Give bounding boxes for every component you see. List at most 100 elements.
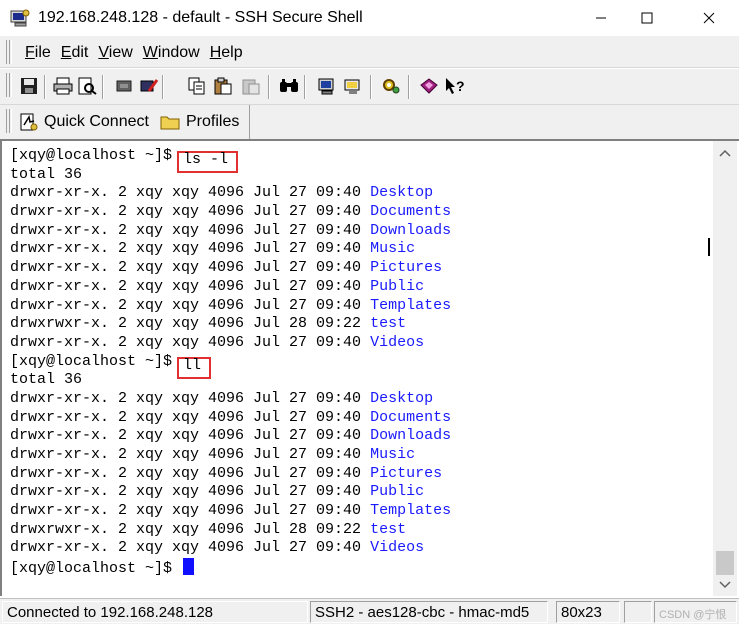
save-icon[interactable]	[18, 75, 40, 97]
terminal-line: drwxr-xr-x. 2 xqy xqy 4096 Jul 27 09:40 …	[10, 446, 710, 465]
file-metadata: drwxr-xr-x. 2 xqy xqy 4096 Jul 27 09:40	[10, 502, 371, 520]
status-bar: Connected to 192.168.248.128 SSH2 - aes1…	[0, 598, 739, 624]
directory-name: Desktop	[370, 389, 434, 407]
terminal-line: drwxr-xr-x. 2 xqy xqy 4096 Jul 27 09:40 …	[10, 427, 710, 446]
terminal-line: drwxr-xr-x. 2 xqy xqy 4096 Jul 27 09:40 …	[10, 222, 710, 241]
terminal-line: drwxr-xr-x. 2 xqy xqy 4096 Jul 27 09:40 …	[10, 390, 710, 409]
directory-name: Desktop	[370, 184, 434, 202]
minimize-button[interactable]	[578, 0, 624, 36]
menu-help[interactable]: Help	[207, 44, 250, 62]
file-metadata: drwxr-xr-x. 2 xqy xqy 4096 Jul 27 09:40	[10, 408, 371, 426]
terminal-line: [xqy@localhost ~]$	[10, 558, 710, 577]
directory-name: Documents	[370, 408, 452, 426]
quick-connect-button[interactable]: Quick Connect	[20, 109, 149, 135]
menu-bar: File Edit View Window Help	[0, 36, 739, 68]
svg-text:?: ?	[456, 78, 465, 94]
close-button[interactable]	[686, 0, 732, 36]
quick-connect-icon	[20, 113, 38, 131]
file-metadata: drwxrwxr-x. 2 xqy xqy 4096 Jul 28 09:22	[10, 520, 371, 538]
vertical-scrollbar[interactable]	[713, 141, 737, 596]
directory-name: Templates	[370, 296, 452, 314]
maximize-button[interactable]	[624, 0, 670, 36]
file-metadata: drwxr-xr-x. 2 xqy xqy 4096 Jul 27 09:40	[10, 184, 371, 202]
disconnect-icon[interactable]	[114, 75, 136, 97]
profiles-label: Profiles	[186, 113, 240, 130]
file-metadata: drwxr-xr-x. 2 xqy xqy 4096 Jul 27 09:40	[10, 464, 371, 482]
file-metadata: drwxr-xr-x. 2 xqy xqy 4096 Jul 27 09:40	[10, 240, 371, 258]
shell-prompt: [xqy@localhost ~]$	[10, 352, 182, 370]
directory-name: Downloads	[370, 427, 452, 445]
paste-disabled-icon	[240, 75, 262, 97]
directory-name: Pictures	[370, 464, 443, 482]
file-metadata: drwxr-xr-x. 2 xqy xqy 4096 Jul 27 09:40	[10, 221, 371, 239]
terminal-line: drwxr-xr-x. 2 xqy xqy 4096 Jul 27 09:40 …	[10, 259, 710, 278]
profiles-button[interactable]: Profiles	[160, 109, 239, 135]
directory-name: Documents	[370, 203, 452, 221]
settings-icon[interactable]	[316, 75, 338, 97]
scroll-down-icon[interactable]	[713, 575, 737, 595]
toolbar: ?	[0, 69, 739, 105]
window-title: 192.168.248.128 - default - SSH Secure S…	[38, 9, 363, 26]
connect-icon[interactable]	[138, 75, 160, 97]
terminal-line: [xqy@localhost ~]$ ls -l	[10, 147, 710, 173]
terminal-line: drwxr-xr-x. 2 xqy xqy 4096 Jul 27 09:40 …	[10, 502, 710, 521]
file-metadata: drwxr-xr-x. 2 xqy xqy 4096 Jul 27 09:40	[10, 277, 371, 295]
file-metadata: drwxrwxr-x. 2 xqy xqy 4096 Jul 28 09:22	[10, 315, 371, 333]
directory-name: Pictures	[370, 259, 443, 277]
folder-icon	[160, 116, 180, 130]
copy-icon[interactable]	[186, 75, 208, 97]
terminal-frame: [xqy@localhost ~]$ ls -l total 36 drwxr-xr…	[0, 139, 739, 596]
terminal-line: drwxr-xr-x. 2 xqy xqy 4096 Jul 27 09:40 …	[10, 297, 710, 316]
file-metadata: drwxr-xr-x. 2 xqy xqy 4096 Jul 27 09:40	[10, 389, 371, 407]
total-line: total 36	[10, 165, 83, 183]
shell-prompt: [xqy@localhost ~]$	[10, 147, 182, 164]
shell-prompt: [xqy@localhost ~]$	[10, 560, 182, 578]
toolbar-grip[interactable]	[6, 73, 12, 97]
terminal-line: drwxr-xr-x. 2 xqy xqy 4096 Jul 27 09:40 …	[10, 465, 710, 484]
scroll-up-icon[interactable]	[713, 143, 737, 163]
menu-window[interactable]: Window	[140, 44, 207, 62]
terminal-line: drwxr-xr-x. 2 xqy xqy 4096 Jul 27 09:40 …	[10, 483, 710, 502]
status-connection: Connected to 192.168.248.128	[2, 601, 308, 623]
directory-name: Downloads	[370, 221, 452, 239]
directory-name: Public	[370, 277, 425, 295]
terminal-line: drwxr-xr-x. 2 xqy xqy 4096 Jul 27 09:40 …	[10, 278, 710, 297]
terminal-line: total 36	[10, 371, 710, 390]
paste-icon[interactable]	[212, 75, 234, 97]
file-metadata: drwxr-xr-x. 2 xqy xqy 4096 Jul 27 09:40	[10, 203, 371, 221]
directory-name: test	[370, 520, 407, 538]
directory-name: Videos	[370, 333, 425, 351]
highlighted-command: ll	[177, 356, 212, 379]
about-icon[interactable]	[418, 75, 440, 97]
file-metadata: drwxr-xr-x. 2 xqy xqy 4096 Jul 27 09:40	[10, 333, 371, 351]
directory-name: test	[370, 315, 407, 333]
menu-view[interactable]: View	[95, 44, 139, 62]
terminal-cursor	[183, 558, 195, 576]
terminal-line: total 36	[10, 166, 710, 185]
scroll-thumb[interactable]	[716, 551, 734, 575]
menubar-grip[interactable]	[6, 40, 12, 64]
terminal-line: [xqy@localhost ~]$ ll	[10, 352, 710, 379]
directory-name: Templates	[370, 502, 452, 520]
menu-file[interactable]: File	[22, 44, 58, 62]
help-context-icon[interactable]: ?	[444, 75, 466, 97]
directory-name: Music	[370, 240, 416, 258]
file-metadata: drwxr-xr-x. 2 xqy xqy 4096 Jul 27 09:40	[10, 259, 371, 277]
terminal-line: drwxr-xr-x. 2 xqy xqy 4096 Jul 27 09:40 …	[10, 334, 710, 353]
file-metadata: drwxr-xr-x. 2 xqy xqy 4096 Jul 27 09:40	[10, 539, 371, 557]
ssh-app-icon	[10, 9, 30, 27]
preferences-icon[interactable]	[380, 75, 402, 97]
find-icon[interactable]	[278, 75, 300, 97]
profiles-icon[interactable]	[342, 75, 364, 97]
quick-connect-label: Quick Connect	[44, 113, 149, 130]
terminal-output[interactable]: [xqy@localhost ~]$ ls -l total 36 drwxr-xr…	[10, 147, 710, 592]
print-icon[interactable]	[52, 75, 74, 97]
quickbar-grip[interactable]	[6, 109, 12, 133]
text-caret	[708, 238, 710, 256]
terminal-line: drwxrwxr-x. 2 xqy xqy 4096 Jul 28 09:22 …	[10, 521, 710, 540]
menu-edit[interactable]: Edit	[58, 44, 96, 62]
file-metadata: drwxr-xr-x. 2 xqy xqy 4096 Jul 27 09:40	[10, 446, 371, 463]
print-preview-icon[interactable]	[76, 75, 98, 97]
directory-name: Videos	[370, 539, 425, 557]
highlighted-command: ls -l	[177, 151, 239, 173]
